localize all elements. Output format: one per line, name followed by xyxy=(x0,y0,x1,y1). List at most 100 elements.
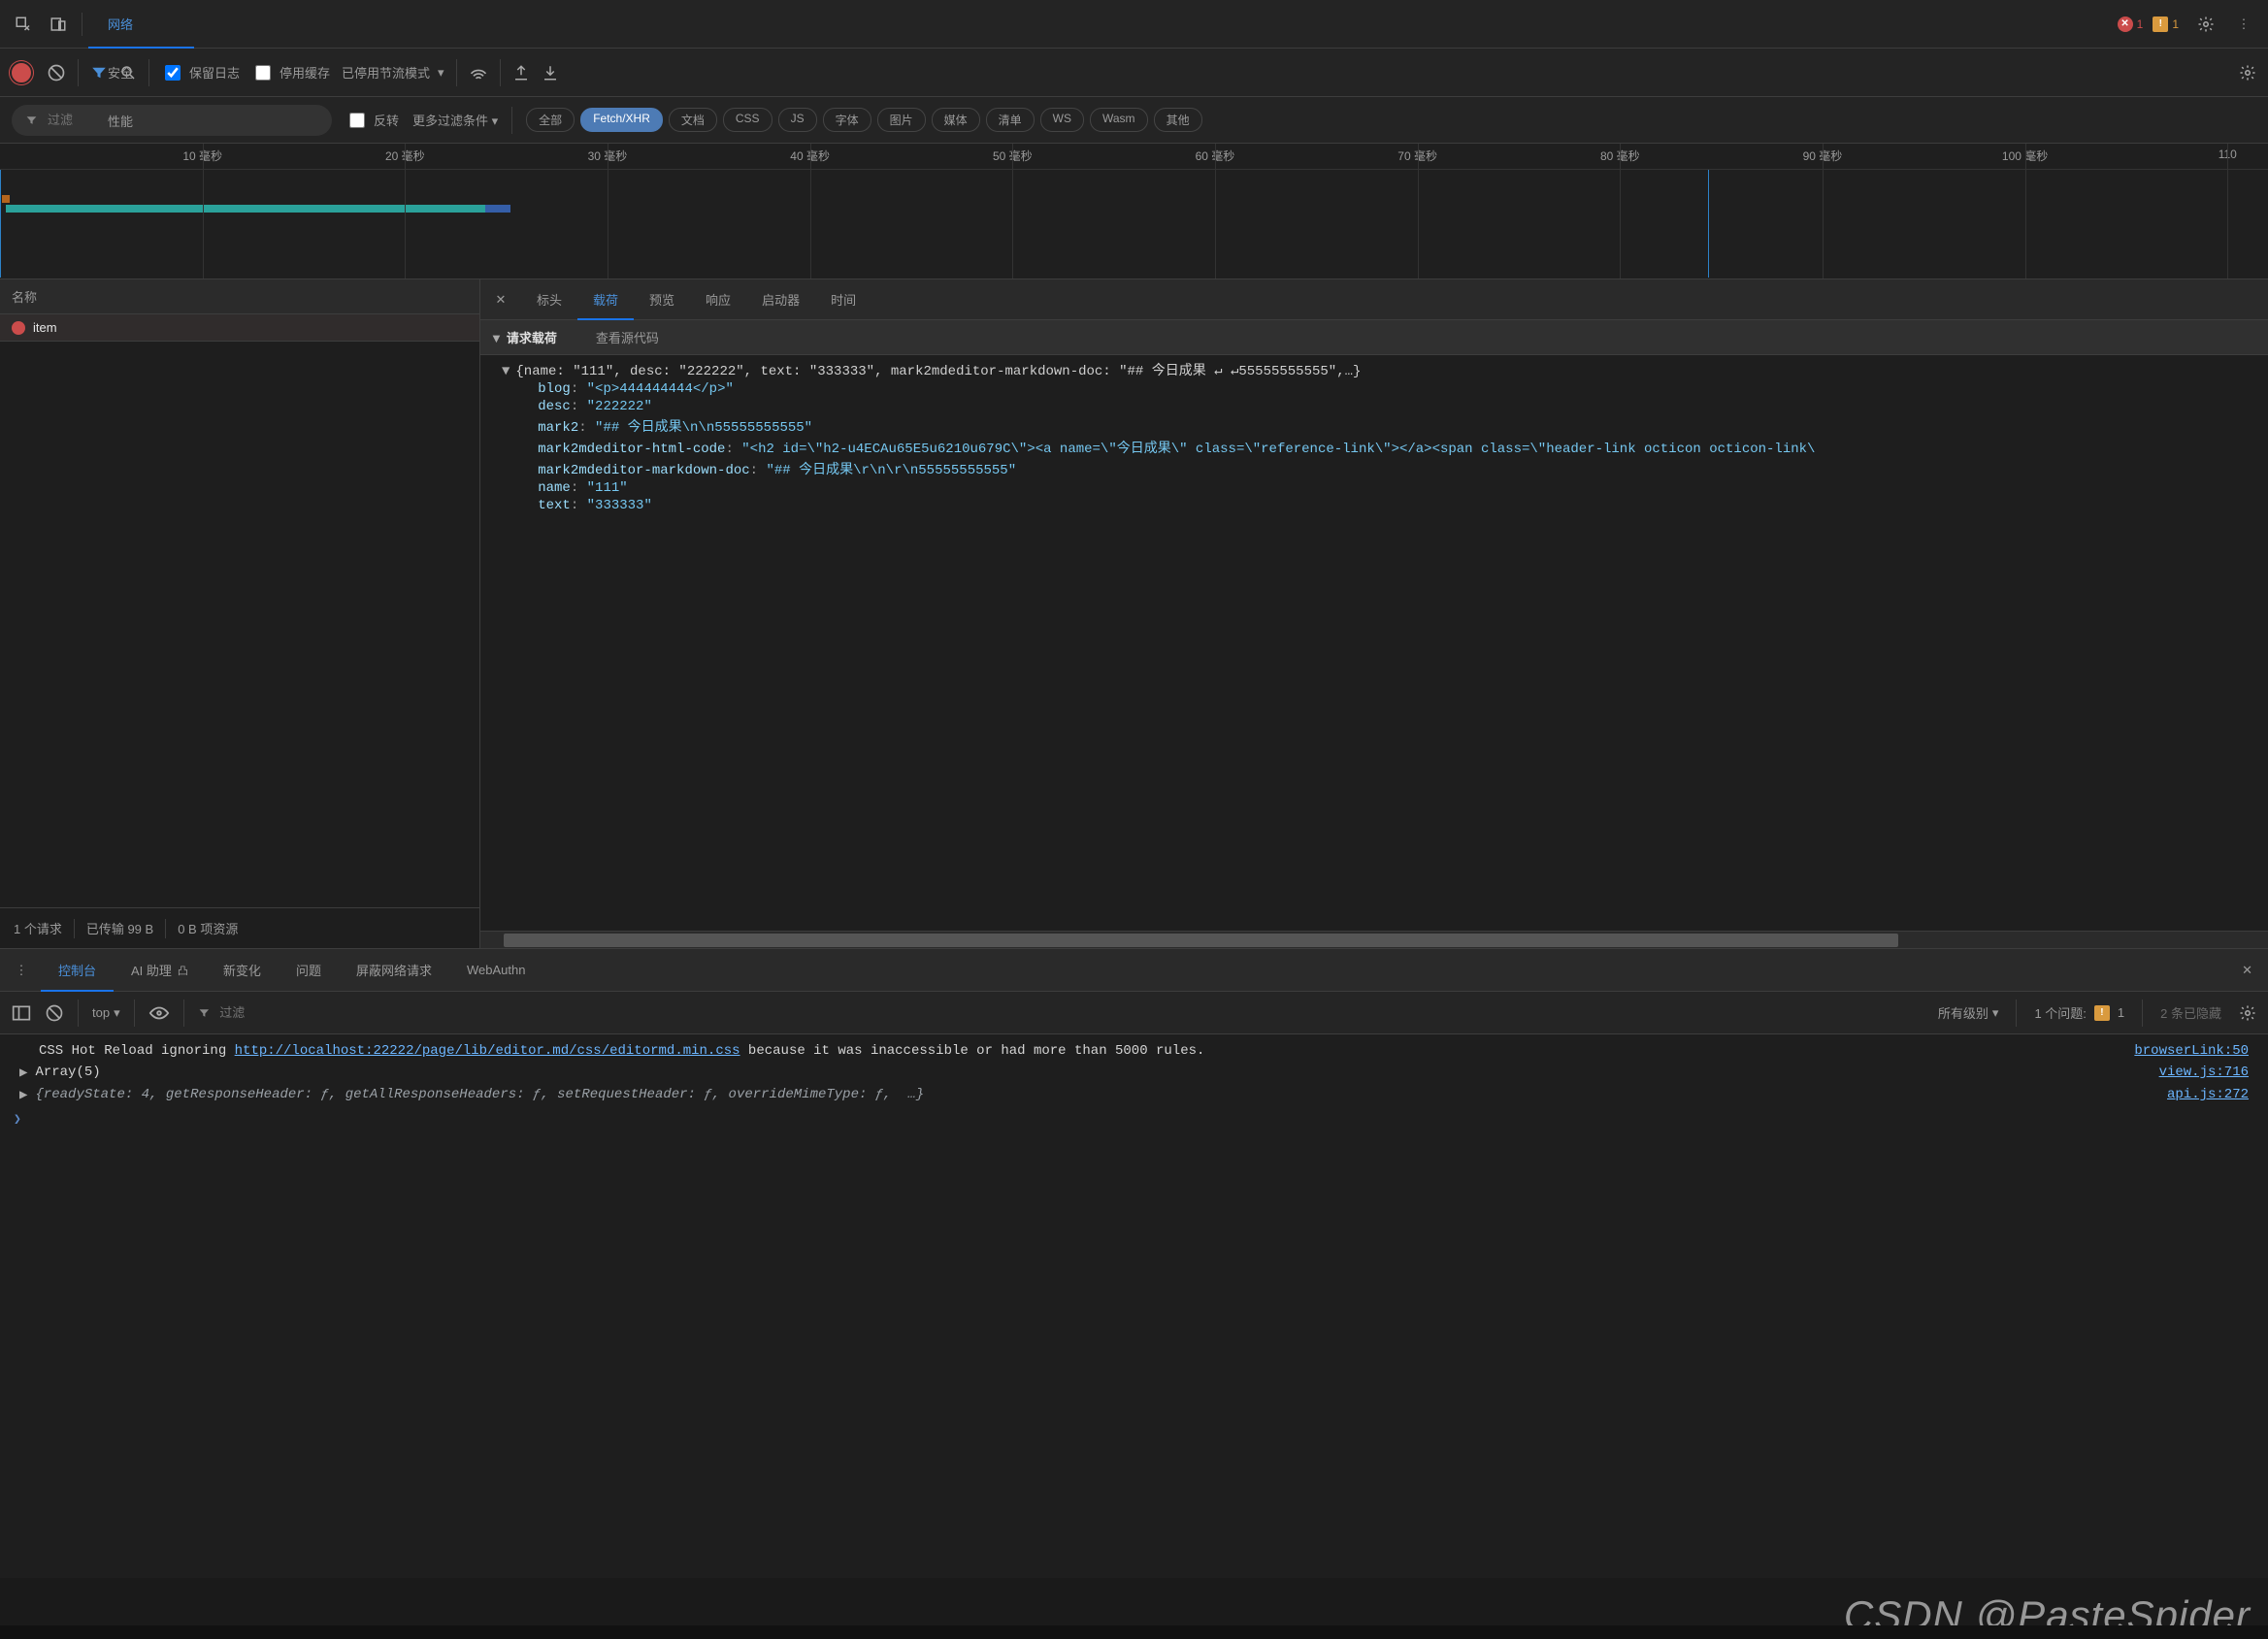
request-row[interactable]: item xyxy=(0,314,479,342)
drawer-tabstrip: ⋮ 控制台AI 助理凸新变化问题屏蔽网络请求WebAuthn ✕ xyxy=(0,949,2268,992)
type-pill-其他[interactable]: 其他 xyxy=(1154,108,1202,132)
eye-icon[interactable] xyxy=(148,1005,170,1021)
clear-icon[interactable] xyxy=(47,63,66,82)
disable-cache-checkbox[interactable]: 停用缓存 xyxy=(251,62,330,83)
console-output[interactable]: CSS Hot Reload ignoring http://localhost… xyxy=(0,1034,2268,1578)
top-tab-6[interactable]: 性能 xyxy=(88,97,194,146)
json-field-line[interactable]: mark2mdeditor-html-code: "<h2 id=\"h2-u4… xyxy=(480,437,2268,458)
detail-tab-2[interactable]: 预览 xyxy=(634,279,690,320)
horizontal-scrollbar[interactable] xyxy=(480,931,2268,948)
detail-tab-3[interactable]: 响应 xyxy=(690,279,746,320)
console-url-link[interactable]: http://localhost:22222/page/lib/editor.m… xyxy=(235,1043,740,1059)
json-field-line[interactable]: blog: "<p>444444444</p>" xyxy=(480,380,2268,398)
payload-subheader: ▼请求载荷 查看源代码 xyxy=(480,320,2268,355)
network-settings-gear-icon[interactable] xyxy=(2239,64,2256,82)
console-filter-wrap[interactable] xyxy=(198,998,411,1029)
os-taskbar xyxy=(0,1625,2268,1639)
type-pill-全部[interactable]: 全部 xyxy=(526,108,575,132)
type-pill-Fetch/XHR[interactable]: Fetch/XHR xyxy=(580,108,663,132)
console-source-link[interactable]: browserLink:50 xyxy=(2134,1043,2249,1059)
console-filter-input[interactable] xyxy=(217,1004,411,1021)
log-levels-selector[interactable]: 所有级别 ▾ xyxy=(1938,1003,1999,1022)
drawer-tab-3[interactable]: 问题 xyxy=(279,949,339,992)
close-detail-icon[interactable]: ✕ xyxy=(480,292,521,308)
type-pill-CSS[interactable]: CSS xyxy=(723,108,772,132)
top-tab-5[interactable]: 安全 xyxy=(88,49,194,97)
view-source-link[interactable]: 查看源代码 xyxy=(596,328,659,346)
upload-icon[interactable] xyxy=(512,64,530,82)
type-pill-清单[interactable]: 清单 xyxy=(986,108,1035,132)
expand-caret-icon[interactable]: ▶ xyxy=(19,1087,27,1103)
type-pill-字体[interactable]: 字体 xyxy=(823,108,871,132)
timeline-request-marker xyxy=(2,195,10,203)
separator xyxy=(78,1000,79,1027)
inspect-element-icon[interactable] xyxy=(6,7,41,42)
console-line[interactable]: ▶Array(5)view.js:716 xyxy=(0,1062,2268,1084)
type-pill-媒体[interactable]: 媒体 xyxy=(932,108,980,132)
detail-tab-4[interactable]: 启动器 xyxy=(746,279,815,320)
type-pill-WS[interactable]: WS xyxy=(1040,108,1084,132)
more-filters-label[interactable]: 更多过滤条件 ▾ xyxy=(412,111,498,129)
issues-indicator[interactable]: 1 个问题: !1 xyxy=(2034,1003,2124,1022)
drawer-menu-icon[interactable]: ⋮ xyxy=(8,963,35,978)
more-menu-icon[interactable]: ⋮ xyxy=(2233,7,2254,42)
device-toolbar-icon[interactable] xyxy=(41,7,76,42)
issue-badge: ! xyxy=(2094,1005,2110,1021)
type-pill-Wasm[interactable]: Wasm xyxy=(1090,108,1148,132)
console-clear-icon[interactable] xyxy=(45,1003,64,1023)
detail-tab-0[interactable]: 标头 xyxy=(521,279,577,320)
error-count-badge[interactable]: ✕1 xyxy=(2118,16,2144,32)
expand-caret-icon[interactable]: ▶ xyxy=(19,1065,27,1081)
console-source-link[interactable]: api.js:272 xyxy=(2167,1087,2249,1102)
invert-checkbox[interactable]: 反转 xyxy=(345,110,399,131)
chevron-down-icon[interactable]: ▾ xyxy=(438,65,444,81)
detail-tab-1[interactable]: 载荷 xyxy=(577,279,634,320)
devtools-top-tabstrip: 元素控制台内存源代码/来源网络安全性能应用Lighthouse ✕1 !1 ⋮ xyxy=(0,0,2268,49)
download-icon[interactable] xyxy=(542,64,559,82)
throttling-label[interactable]: 已停用节流模式 xyxy=(342,63,430,82)
console-line[interactable]: ▶{readyState: 4, getResponseHeader: ƒ, g… xyxy=(0,1084,2268,1106)
console-settings-gear-icon[interactable] xyxy=(2239,1004,2256,1022)
type-pill-JS[interactable]: JS xyxy=(778,108,817,132)
drawer-tab-0[interactable]: 控制台 xyxy=(41,949,114,992)
timeline-dom-marker xyxy=(0,170,1,278)
console-source-link[interactable]: view.js:716 xyxy=(2159,1065,2249,1080)
warning-count-badge[interactable]: !1 xyxy=(2153,16,2179,32)
chevron-down-icon: ▾ xyxy=(1992,1005,1999,1021)
separator xyxy=(134,1000,135,1027)
separator xyxy=(2016,1000,2017,1027)
drawer-tab-2[interactable]: 新变化 xyxy=(206,949,279,992)
console-toolbar: top ▾ 所有级别 ▾ 1 个问题: !1 2 条已隐藏 xyxy=(0,992,2268,1034)
payload-title[interactable]: ▼请求载荷 xyxy=(490,328,557,346)
console-line[interactable]: CSS Hot Reload ignoring http://localhost… xyxy=(0,1040,2268,1062)
console-prompt[interactable]: ❯ xyxy=(0,1106,2268,1132)
record-button[interactable] xyxy=(12,63,31,82)
drawer-close-icon[interactable]: ✕ xyxy=(2234,963,2260,978)
invert-input[interactable] xyxy=(349,113,365,128)
status-error-icon xyxy=(12,321,25,335)
network-timeline[interactable]: 10 毫秒20 毫秒30 毫秒40 毫秒50 毫秒60 毫秒70 毫秒80 毫秒… xyxy=(0,144,2268,279)
request-list-footer: 1 个请求 已传输 99 B 0 B 项资源 xyxy=(0,907,479,948)
json-field-line[interactable]: mark2: "## 今日成果\n\n55555555555" xyxy=(480,415,2268,437)
payload-json-view[interactable]: ▼{name: "111", desc: "222222", text: "33… xyxy=(480,355,2268,931)
context-selector[interactable]: top ▾ xyxy=(92,1005,120,1021)
request-list-header[interactable]: 名称 xyxy=(0,279,479,314)
json-field-line[interactable]: mark2mdeditor-markdown-doc: "## 今日成果\r\n… xyxy=(480,458,2268,479)
json-field-line[interactable]: desc: "222222" xyxy=(480,398,2268,415)
disable-cache-input[interactable] xyxy=(255,65,271,81)
network-conditions-icon[interactable] xyxy=(469,65,488,81)
type-pill-图片[interactable]: 图片 xyxy=(877,108,926,132)
drawer-tab-5[interactable]: WebAuthn xyxy=(449,949,542,992)
settings-gear-icon[interactable] xyxy=(2188,7,2223,42)
hidden-count[interactable]: 2 条已隐藏 xyxy=(2160,1003,2221,1022)
detail-tab-5[interactable]: 时间 xyxy=(815,279,871,320)
json-field-line[interactable]: text: "333333" xyxy=(480,497,2268,514)
top-tab-4[interactable]: 网络 xyxy=(88,0,194,49)
json-field-line[interactable]: name: "111" xyxy=(480,479,2268,497)
drawer-tab-1[interactable]: AI 助理凸 xyxy=(114,949,206,992)
console-sidebar-toggle-icon[interactable] xyxy=(12,1004,31,1022)
drawer-tab-4[interactable]: 屏蔽网络请求 xyxy=(339,949,449,992)
type-pill-文档[interactable]: 文档 xyxy=(669,108,717,132)
json-root-line[interactable]: ▼{name: "111", desc: "222222", text: "33… xyxy=(480,359,2268,380)
funnel-icon xyxy=(25,114,38,127)
